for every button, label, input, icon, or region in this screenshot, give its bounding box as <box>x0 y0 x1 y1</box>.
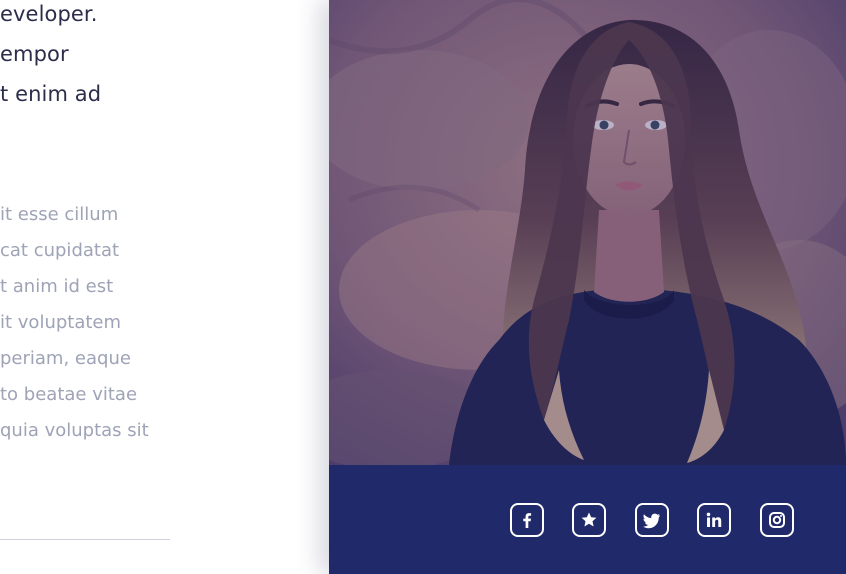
intro-section: eveloper. empor t enim ad it esse cillum… <box>0 0 330 574</box>
intro-heading-line: empor <box>0 42 69 66</box>
intro-paragraph-line: t anim id est <box>0 276 114 297</box>
star-button[interactable] <box>572 503 606 537</box>
twitter-button[interactable] <box>635 503 669 537</box>
portrait-photo <box>329 0 846 465</box>
intro-heading-line: t enim ad <box>0 82 102 106</box>
intro-heading-line: eveloper. <box>0 2 98 26</box>
star-icon <box>581 512 597 527</box>
intro-paragraph-line: periam, eaque <box>0 348 131 369</box>
intro-paragraph-line: quia voluptas sit <box>0 420 149 441</box>
facebook-button[interactable] <box>510 503 544 537</box>
intro-paragraph-line: to beatae vitae <box>0 384 138 405</box>
linkedin-icon <box>706 512 722 527</box>
divider-line <box>0 539 170 540</box>
intro-paragraph-line: cat cupidatat <box>0 240 120 261</box>
linkedin-button[interactable] <box>697 503 731 537</box>
social-links-bar <box>329 465 846 574</box>
profile-card <box>329 0 846 574</box>
instagram-button[interactable] <box>760 503 794 537</box>
intro-paragraph-line: it esse cillum <box>0 204 119 225</box>
twitter-icon <box>643 513 660 529</box>
instagram-icon <box>769 512 785 528</box>
facebook-icon <box>523 513 532 528</box>
intro-paragraph-line: it voluptatem <box>0 312 122 333</box>
